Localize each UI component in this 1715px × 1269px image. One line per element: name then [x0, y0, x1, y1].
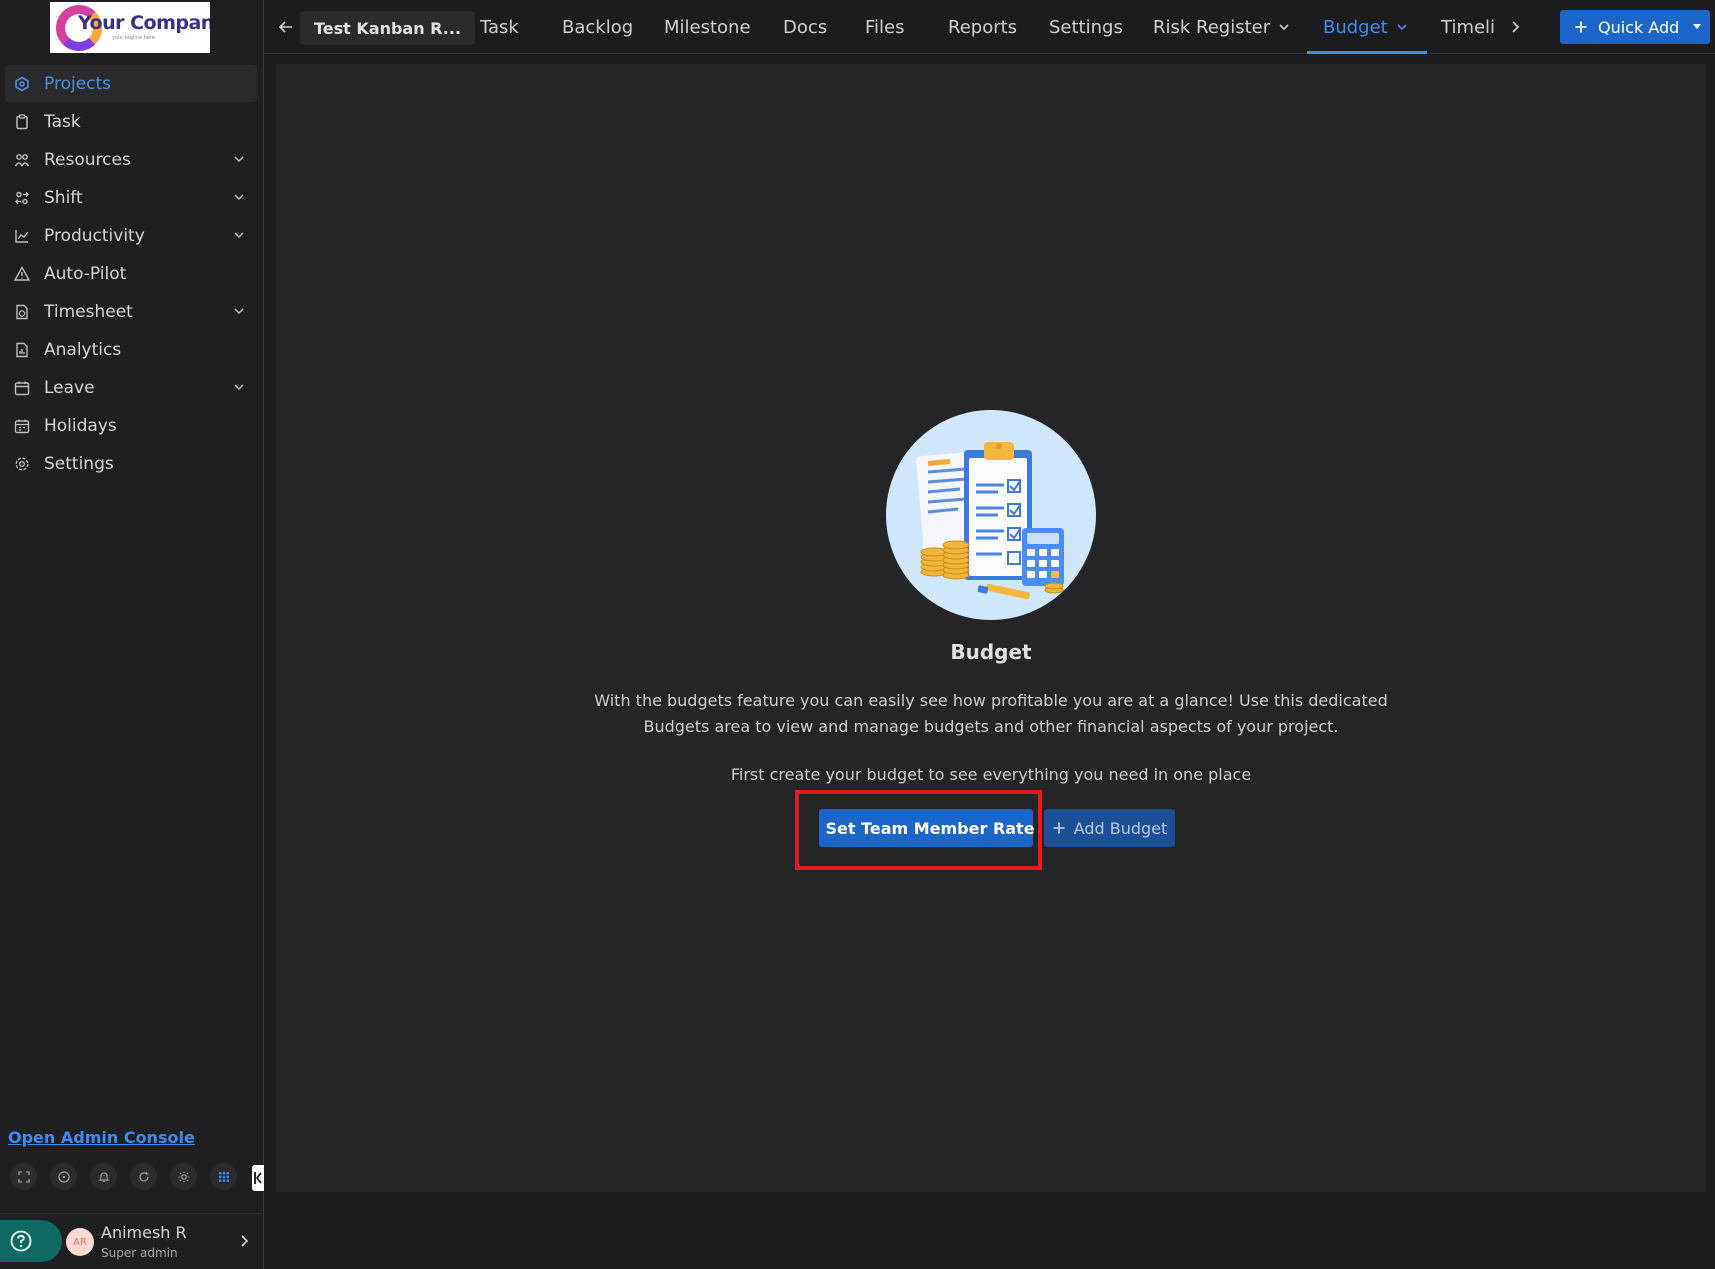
tab-label: Budget: [1323, 16, 1388, 38]
sidebar-item-label: Projects: [44, 73, 112, 94]
refresh-icon[interactable]: [130, 1163, 157, 1190]
tab-timeline[interactable]: Timeli: [1441, 0, 1495, 54]
tab-budget[interactable]: Budget: [1307, 0, 1427, 54]
sidebar-item-auto-pilot[interactable]: Auto-Pilot: [5, 255, 257, 292]
sidebar-item-settings[interactable]: Settings: [5, 445, 257, 482]
auto-pilot-icon: [13, 265, 31, 283]
user-profile-row[interactable]: AR Animesh R Super admin: [0, 1213, 264, 1269]
timesheet-icon: [13, 303, 31, 321]
open-admin-console-link[interactable]: Open Admin Console: [8, 1128, 195, 1147]
settings-icon: [13, 455, 31, 473]
quick-add-button[interactable]: Quick Add: [1560, 10, 1710, 44]
project-tabs-bar: Test Kanban R... Task Backlog Milestone …: [264, 0, 1715, 54]
question-icon: [10, 1230, 32, 1252]
tab-label: Backlog: [562, 16, 634, 38]
sidebar-nav: Projects Task Resources Shift Productivi…: [5, 65, 257, 483]
tab-label: Docs: [783, 16, 828, 38]
set-team-member-rate-label: Set Team Member Rate: [825, 818, 1035, 838]
tab-settings[interactable]: Settings: [1049, 0, 1123, 54]
tab-files[interactable]: Files: [865, 0, 905, 54]
chevron-down-icon: [1397, 24, 1407, 31]
add-budget-label: Add Budget: [1073, 818, 1168, 838]
sidebar-item-label: Productivity: [44, 225, 145, 246]
fullscreen-icon[interactable]: [10, 1163, 37, 1190]
sidebar-item-productivity[interactable]: Productivity: [5, 217, 257, 254]
leave-icon: [13, 379, 31, 397]
tab-risk-register[interactable]: Risk Register: [1153, 0, 1291, 54]
sidebar-item-label: Settings: [44, 453, 114, 474]
empty-state-description: With the budgets feature you can easily …: [594, 691, 1388, 736]
plus-icon: [1575, 21, 1587, 33]
sidebar-item-holidays[interactable]: Holidays: [5, 407, 257, 444]
caret-down-icon: [1693, 24, 1701, 29]
analytics-icon: [13, 341, 31, 359]
holidays-icon: [13, 417, 31, 435]
sidebar-item-label: Resources: [44, 149, 131, 170]
sidebar: Your Company your tagline here Projects …: [0, 0, 264, 1269]
chevron-right-icon: [241, 1235, 249, 1247]
productivity-icon: [13, 227, 31, 245]
empty-state-title: Budget: [950, 640, 1032, 664]
chevron-down-icon: [1279, 24, 1289, 31]
logo-text: Your Company: [78, 12, 210, 34]
logo-tagline: your tagline here: [112, 35, 155, 41]
chevron-down-icon: [234, 156, 244, 163]
tab-label: Files: [865, 16, 905, 38]
sidebar-item-timesheet[interactable]: Timesheet: [5, 293, 257, 330]
projects-icon: [13, 75, 31, 93]
sidebar-item-analytics[interactable]: Analytics: [5, 331, 257, 368]
help-circle-icon[interactable]: [50, 1163, 77, 1190]
sidebar-toolbar: [10, 1163, 237, 1190]
tab-docs[interactable]: Docs: [783, 0, 827, 54]
sidebar-item-label: Shift: [44, 187, 83, 208]
chevron-down-icon: [234, 194, 244, 201]
sidebar-item-label: Auto-Pilot: [44, 263, 127, 284]
avatar: AR: [66, 1228, 94, 1256]
bell-icon[interactable]: [90, 1163, 117, 1190]
shift-icon: [13, 189, 31, 207]
empty-state-cta-text: First create your budget to see everythi…: [730, 765, 1252, 784]
sidebar-item-label: Timesheet: [44, 301, 133, 322]
chevron-down-icon: [234, 232, 244, 239]
chevron-right-icon[interactable]: [1507, 18, 1525, 36]
sidebar-item-projects[interactable]: Projects: [5, 65, 257, 102]
user-role: Super admin: [101, 1246, 178, 1260]
tab-label: Settings: [1049, 16, 1123, 38]
sidebar-item-resources[interactable]: Resources: [5, 141, 257, 178]
sidebar-item-task[interactable]: Task: [5, 103, 257, 140]
resources-icon: [13, 151, 31, 169]
sidebar-item-leave[interactable]: Leave: [5, 369, 257, 406]
tab-task[interactable]: Task: [480, 0, 519, 54]
tab-label: Risk Register: [1153, 16, 1271, 38]
plus-icon: [1053, 822, 1065, 834]
task-icon: [13, 113, 31, 131]
budget-clipboard-illustration: [886, 410, 1096, 620]
tab-backlog[interactable]: Backlog: [562, 0, 633, 54]
quick-add-label: Quick Add: [1598, 17, 1680, 37]
set-team-member-rate-button[interactable]: Set Team Member Rate: [819, 809, 1035, 847]
tab-reports[interactable]: Reports: [948, 0, 1017, 54]
tab-label: Milestone: [664, 16, 751, 38]
company-logo[interactable]: Your Company your tagline here: [50, 2, 210, 53]
sidebar-item-label: Analytics: [44, 339, 122, 360]
sidebar-item-label: Leave: [44, 377, 95, 398]
user-name: Animesh R: [101, 1223, 187, 1242]
budget-panel: Budget With the budgets feature you can …: [276, 64, 1706, 1192]
tab-label: Task: [480, 16, 519, 38]
tab-milestone[interactable]: Milestone: [664, 0, 751, 54]
chevron-down-icon: [234, 308, 244, 315]
help-button[interactable]: [0, 1220, 62, 1262]
tab-label: Timeli: [1441, 16, 1496, 38]
sidebar-item-label: Holidays: [44, 415, 117, 436]
tab-label: Reports: [948, 16, 1018, 38]
sidebar-item-label: Task: [44, 111, 81, 132]
add-budget-button[interactable]: Add Budget: [1044, 809, 1175, 847]
project-name[interactable]: Test Kanban R...: [300, 11, 476, 45]
sidebar-item-shift[interactable]: Shift: [5, 179, 257, 216]
sun-icon[interactable]: [170, 1163, 197, 1190]
back-arrow-icon[interactable]: [276, 17, 296, 37]
apps-grid-icon[interactable]: [210, 1163, 237, 1190]
sidebar-collapse-handle[interactable]: [252, 1165, 264, 1191]
chevron-down-icon: [234, 384, 244, 391]
